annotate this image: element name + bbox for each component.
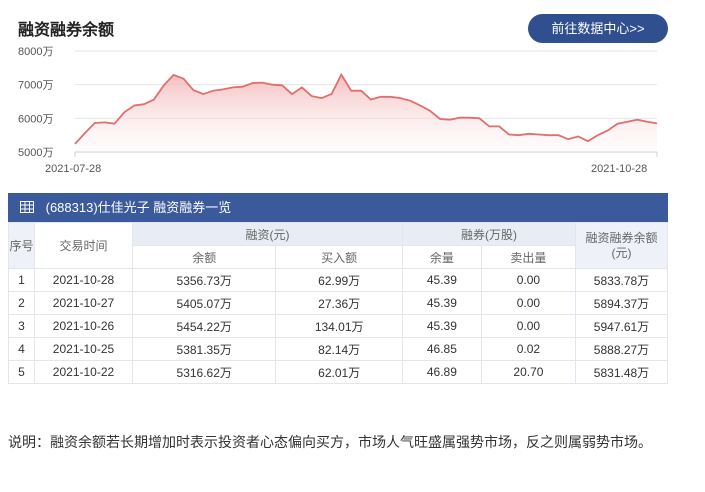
cell-short-sell: 0.00 (480, 314, 577, 338)
cell-short-sell: 0.02 (480, 337, 577, 361)
cell-seq: 2 (8, 291, 35, 315)
cell-margin-buy: 134.01万 (275, 314, 403, 338)
y-tick-label: 6000万 (18, 113, 53, 125)
x-tick-label: 2021-07-28 (45, 163, 101, 175)
cell-seq: 1 (8, 268, 35, 292)
header-margin: 融资(元) (132, 222, 403, 246)
x-tick-label: 2021-10-28 (591, 163, 647, 175)
cell-short-sell: 20.70 (480, 360, 577, 384)
header-short-sell: 卖出量 (480, 245, 577, 269)
cell-short-balance: 46.85 (401, 337, 482, 361)
cell-margin-balance: 5356.73万 (131, 268, 277, 292)
cell-date: 2021-10-22 (34, 360, 133, 384)
margin-table: (688313)仕佳光子 融资融券一览 序号 交易时间 融资(元) 融券(万股)… (8, 193, 668, 384)
header-total: 融资融券余额(元) (575, 222, 668, 269)
chart-svg: 8000万 7000万 6000万 5000万 2021-07-28 2021-10-28 (18, 46, 658, 175)
cell-seq: 4 (8, 337, 35, 361)
cell-short-balance: 45.39 (401, 314, 482, 338)
y-tick-label: 7000万 (18, 80, 53, 92)
section-title: 融资融券余额 (18, 22, 115, 39)
cell-short-balance: 46.89 (401, 360, 482, 384)
explanation-note: 说明：融资余额若长期增加时表示投资者心态偏向买方，市场人气旺盛属强势市场，反之则… (8, 434, 652, 450)
cell-margin-buy: 62.99万 (275, 268, 403, 292)
table-row: 3 2021-10-26 5454.22万 134.01万 45.39 0.00… (8, 314, 668, 338)
table-title-bar: (688313)仕佳光子 融资融券一览 (8, 193, 668, 222)
cell-total: 5831.48万 (575, 360, 668, 384)
cell-margin-buy: 62.01万 (275, 360, 403, 384)
cell-margin-balance: 5454.22万 (131, 314, 277, 338)
table-icon (20, 201, 34, 213)
cell-total: 5894.37万 (575, 291, 668, 315)
y-tick-label: 8000万 (18, 46, 53, 58)
data-table: 序号 交易时间 融资(元) 融券(万股) 融资融券余额(元) 余额 买入额 余量… (8, 222, 668, 384)
y-tick-label: 5000万 (18, 147, 53, 159)
cell-margin-buy: 82.14万 (275, 337, 403, 361)
table-title: (688313)仕佳光子 融资融券一览 (45, 200, 232, 215)
header-margin-balance: 余额 (131, 245, 277, 269)
cell-total: 5947.61万 (575, 314, 668, 338)
cell-date: 2021-10-28 (34, 268, 133, 292)
cell-margin-balance: 5405.07万 (131, 291, 277, 315)
table-row: 5 2021-10-22 5316.62万 62.01万 46.89 20.70… (8, 360, 668, 384)
table-row: 1 2021-10-28 5356.73万 62.99万 45.39 0.00 … (8, 268, 668, 292)
goto-data-center-button[interactable]: 前往数据中心>> (528, 14, 668, 43)
cell-margin-balance: 5316.62万 (131, 360, 277, 384)
header-seq: 序号 (8, 222, 35, 269)
cell-short-balance: 45.39 (401, 291, 482, 315)
header-short: 融券(万股) (401, 222, 577, 246)
cell-short-balance: 45.39 (401, 268, 482, 292)
table-row: 2 2021-10-27 5405.07万 27.36万 45.39 0.00 … (8, 291, 668, 315)
cell-seq: 5 (8, 360, 35, 384)
cell-short-sell: 0.00 (480, 291, 577, 315)
table-row: 4 2021-10-25 5381.35万 82.14万 46.85 0.02 … (8, 337, 668, 361)
header-margin-buy: 买入额 (275, 245, 403, 269)
cell-date: 2021-10-25 (34, 337, 133, 361)
cell-date: 2021-10-26 (34, 314, 133, 338)
cell-margin-buy: 27.36万 (275, 291, 403, 315)
cell-margin-balance: 5381.35万 (131, 337, 277, 361)
cell-seq: 3 (8, 314, 35, 338)
header-short-balance: 余量 (401, 245, 482, 269)
header-time: 交易时间 (34, 222, 133, 269)
cell-total: 5888.27万 (575, 337, 668, 361)
margin-balance-chart: 8000万 7000万 6000万 5000万 2021-07-28 2021-10-28 (0, 40, 705, 180)
cell-short-sell: 0.00 (480, 268, 577, 292)
cell-date: 2021-10-27 (34, 291, 133, 315)
cell-total: 5833.78万 (575, 268, 668, 292)
